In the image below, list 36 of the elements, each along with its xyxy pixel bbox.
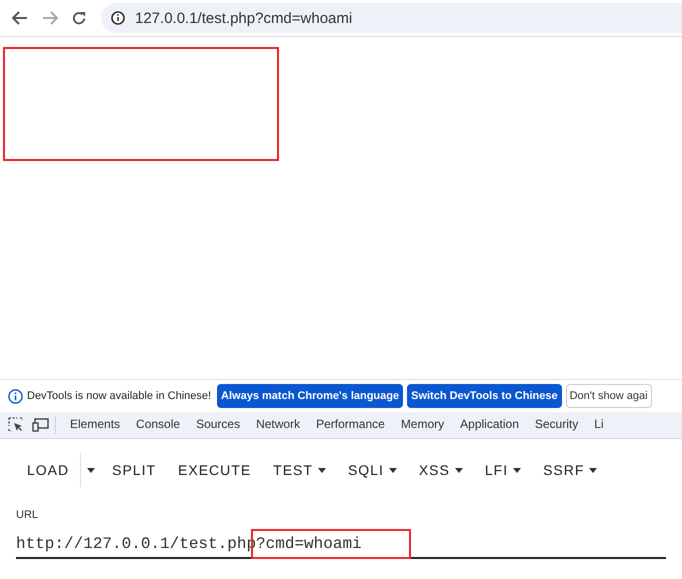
caret-icon <box>454 468 463 472</box>
notice-text: DevTools is now available in Chinese! <box>27 390 212 402</box>
url-label: URL <box>16 509 40 521</box>
devtools-tab[interactable]: Li <box>586 412 612 438</box>
reload-icon[interactable] <box>72 10 87 26</box>
devtools-tab[interactable]: Network <box>248 412 308 438</box>
devtools-tab[interactable]: Sources <box>188 412 248 438</box>
hackbar-menu-button[interactable]: LFI <box>474 453 532 487</box>
hackbar-menu-button[interactable]: SSRF <box>532 453 608 487</box>
hackbar-menu-button[interactable]: XSS <box>408 453 474 487</box>
hackbar-button[interactable]: SPLIT <box>101 453 168 487</box>
notice-button[interactable]: Always match Chrome's language <box>217 384 404 408</box>
devtools-tab[interactable]: Console <box>128 412 188 438</box>
devtools-tab[interactable]: Application <box>452 412 527 438</box>
devtools-tab[interactable]: Elements <box>62 412 128 438</box>
caret-icon <box>589 468 598 472</box>
caret-icon <box>513 468 522 472</box>
hackbar-menu-button[interactable]: TEST <box>262 453 337 487</box>
address-text: 127.0.0.1/test.php?cmd=whoami <box>135 10 352 26</box>
hackbar-button[interactable]: EXECUTE <box>167 453 262 487</box>
notice-button[interactable]: Switch DevTools to Chinese <box>407 384 562 408</box>
devtools-tab[interactable]: Performance <box>308 412 393 438</box>
address-bar[interactable]: 127.0.0.1/test.php?cmd=whoami <box>101 3 682 33</box>
inspect-icon[interactable] <box>8 417 24 433</box>
hackbar-button[interactable]: LOAD <box>16 453 80 487</box>
notice-button[interactable]: Don't show agai <box>566 384 652 408</box>
devtools-tab[interactable]: Memory <box>392 412 452 438</box>
back-icon[interactable] <box>12 11 28 25</box>
caret-icon <box>87 468 96 472</box>
info-icon[interactable] <box>111 11 125 25</box>
devtools-tab[interactable]: Security <box>526 412 586 438</box>
caret-icon <box>318 468 326 472</box>
info-icon <box>8 388 23 404</box>
device-icon[interactable] <box>32 418 49 432</box>
caret-icon <box>388 468 397 472</box>
hackbar-menu-button[interactable]: SQLI <box>336 453 408 487</box>
